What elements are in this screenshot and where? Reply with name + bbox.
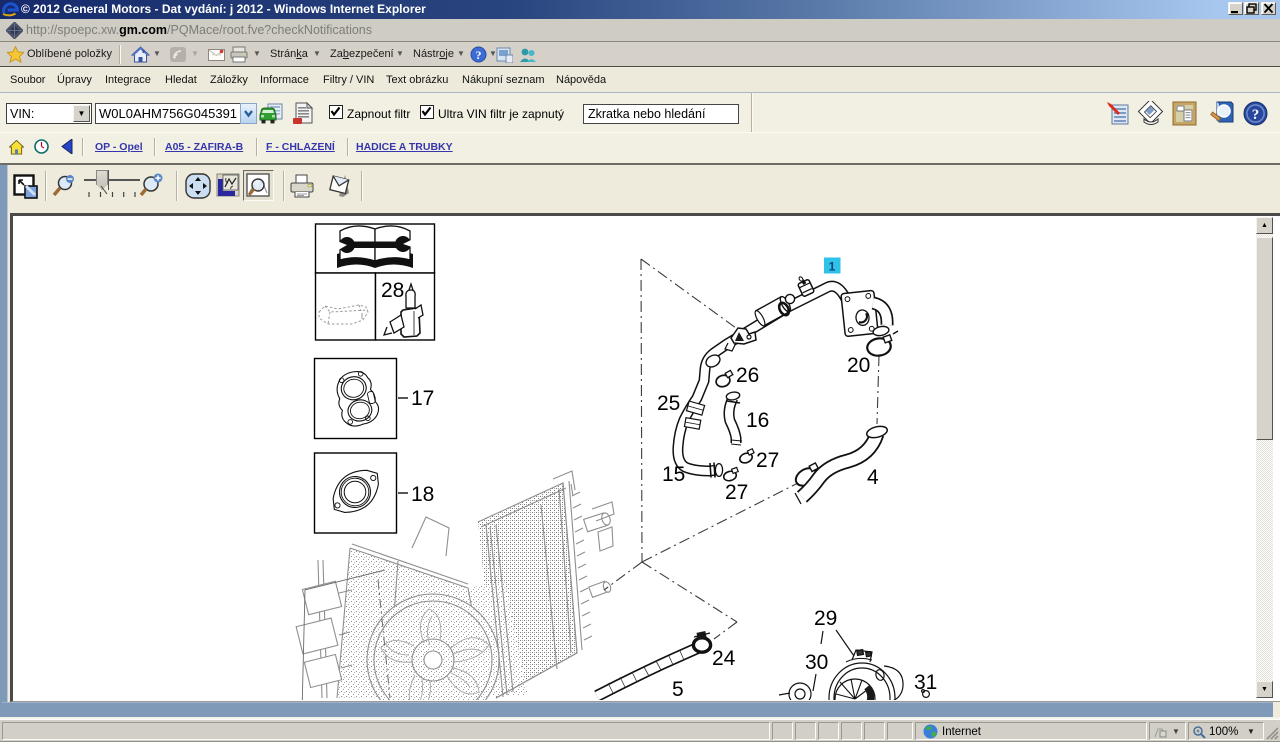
svg-text:20: 20 — [847, 354, 870, 377]
svg-text:24: 24 — [712, 647, 736, 670]
svg-text:29: 29 — [814, 607, 837, 630]
svg-text:28: 28 — [381, 279, 404, 302]
svg-text:27: 27 — [756, 449, 779, 472]
svg-text:?: ? — [1252, 107, 1260, 123]
svg-text:18: 18 — [411, 483, 434, 506]
svg-text:25: 25 — [657, 392, 680, 415]
svg-text:26: 26 — [736, 364, 759, 387]
svg-text:15: 15 — [662, 463, 685, 486]
svg-text:17: 17 — [411, 387, 434, 410]
svg-text:30: 30 — [805, 651, 828, 674]
svg-text:27: 27 — [725, 481, 748, 504]
svg-text:16: 16 — [746, 409, 769, 432]
svg-text:1: 1 — [829, 260, 836, 274]
svg-text:?: ? — [476, 48, 482, 62]
svg-text:5: 5 — [672, 678, 684, 700]
svg-text:31: 31 — [914, 671, 937, 694]
svg-text:4: 4 — [867, 466, 879, 489]
